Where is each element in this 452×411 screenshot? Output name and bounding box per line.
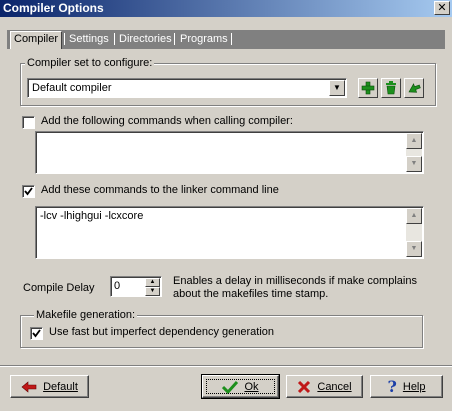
scroll-up-icon[interactable]: ▲ (406, 133, 422, 149)
window-title: Compiler Options (3, 1, 104, 15)
compiler-set-label: Compiler set to configure: (25, 57, 155, 69)
chevron-down-icon[interactable]: ▼ (329, 80, 345, 96)
compiler-commands-textarea[interactable]: ▲ ▼ (35, 131, 424, 174)
compile-delay-value: 0 (114, 280, 121, 292)
fast-dependency-label: Use fast but imperfect dependency genera… (49, 326, 275, 338)
arrow-left-icon (21, 380, 37, 393)
compile-delay-description-line1: Enables a delay in milliseconds if make … (173, 275, 417, 287)
rename-compiler-set-button[interactable] (404, 78, 424, 98)
add-compiler-set-button[interactable] (358, 78, 378, 98)
title-bar[interactable]: Compiler Options ✕ (0, 0, 452, 17)
compiler-commands-checkbox[interactable] (22, 116, 35, 129)
linker-commands-value: -lcv -lhighgui -lcxcore (40, 210, 144, 222)
scroll-up-icon[interactable]: ▲ (406, 208, 422, 224)
compiler-set-value: Default compiler (32, 82, 112, 94)
ok-button[interactable]: Ok (201, 374, 280, 399)
close-icon: ✕ (437, 1, 447, 14)
makefile-group-label: Makefile generation: (34, 309, 138, 321)
default-button[interactable]: Default (10, 375, 89, 398)
question-mark-icon: ? (387, 377, 397, 396)
compiler-options-dialog: Compiler Options ✕ Compiler Settings Dir… (0, 0, 452, 411)
help-button[interactable]: ? Help (370, 375, 443, 398)
tab-programs[interactable]: Programs (177, 32, 231, 48)
plus-icon (361, 81, 375, 95)
trash-icon (386, 81, 396, 95)
compile-delay-description-line2: about the makefiles time stamp. (173, 288, 329, 300)
compiler-set-select[interactable]: Default compiler ▼ (27, 78, 347, 98)
scroll-down-icon[interactable]: ▼ (406, 241, 422, 257)
divider (0, 365, 452, 367)
tab-settings[interactable]: Settings (66, 32, 112, 48)
tab-directories[interactable]: Directories (116, 32, 175, 48)
x-icon (298, 380, 311, 393)
close-button[interactable]: ✕ (434, 1, 450, 15)
delete-compiler-set-button[interactable] (381, 78, 401, 98)
arrow-icon (408, 83, 421, 93)
scroll-down-icon[interactable]: ▼ (406, 156, 422, 172)
tab-bar: Compiler Settings Directories Programs (7, 30, 445, 50)
check-icon (222, 380, 239, 394)
linker-commands-checkbox[interactable] (22, 185, 35, 198)
compile-delay-spinner[interactable]: 0 ▲ ▼ (110, 276, 162, 297)
checkmark-icon (24, 187, 33, 196)
tab-compiler[interactable]: Compiler (10, 31, 63, 50)
linker-commands-label: Add these commands to the linker command… (41, 184, 279, 196)
compiler-commands-label: Add the following commands when calling … (41, 115, 293, 127)
linker-commands-textarea[interactable]: -lcv -lhighgui -lcxcore ▲ ▼ (35, 206, 424, 259)
compiler-commands-scrollbar[interactable]: ▲ ▼ (406, 133, 422, 172)
checkmark-icon (32, 329, 41, 338)
fast-dependency-checkbox[interactable] (30, 327, 43, 340)
spin-down-icon[interactable]: ▼ (145, 287, 160, 296)
spin-up-icon[interactable]: ▲ (145, 278, 160, 287)
linker-commands-scrollbar[interactable]: ▲ ▼ (406, 208, 422, 257)
cancel-button[interactable]: Cancel (286, 375, 363, 398)
compile-delay-label: Compile Delay (23, 282, 95, 294)
compiler-tab-panel: Compiler set to configure: Default compi… (7, 49, 445, 357)
